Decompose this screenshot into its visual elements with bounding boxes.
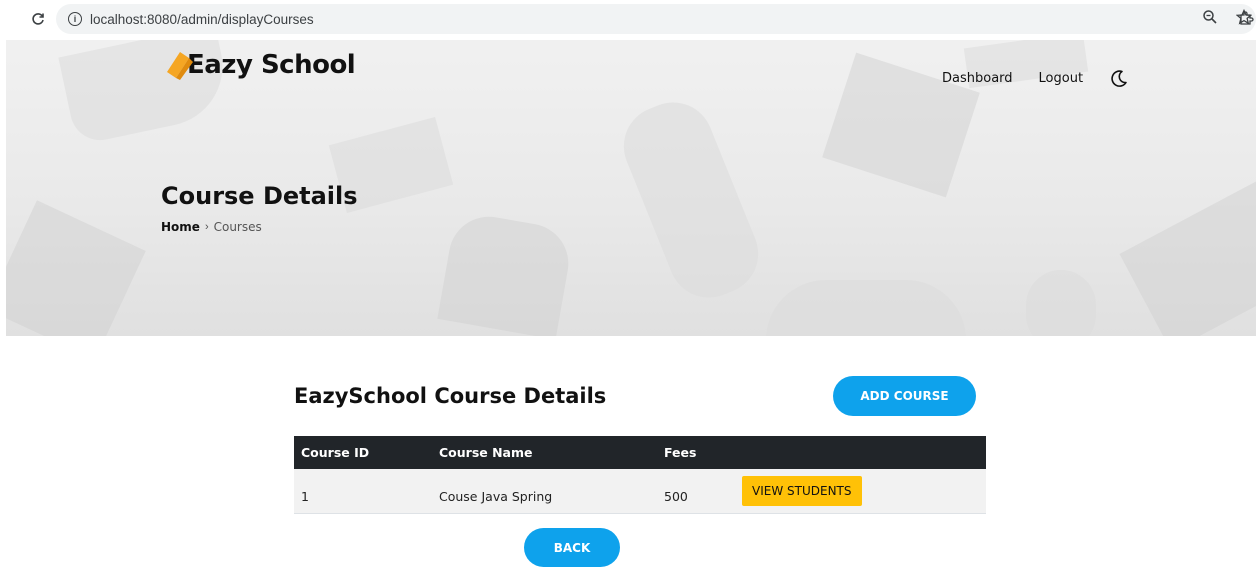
- view-students-button[interactable]: VIEW STUDENTS: [742, 475, 862, 506]
- back-button[interactable]: BACK: [524, 528, 620, 567]
- cell-fees: 500: [657, 469, 735, 514]
- breadcrumb-separator: ›: [204, 221, 209, 233]
- browser-toolbar: i localhost:8080/admin/displayCourses: [0, 0, 1256, 38]
- moon-icon[interactable]: [1109, 68, 1129, 88]
- address-bar[interactable]: i localhost:8080/admin/displayCourses: [56, 4, 1256, 34]
- main-nav: Dashboard Logout: [942, 68, 1129, 88]
- breadcrumb: Home › Courses: [161, 220, 262, 234]
- header-action: [735, 436, 986, 469]
- nav-logout[interactable]: Logout: [1039, 71, 1084, 86]
- info-icon[interactable]: i: [68, 12, 82, 26]
- section-title: EazySchool Course Details: [294, 384, 607, 408]
- header-fees: Fees: [657, 436, 735, 469]
- cell-course-id: 1: [294, 469, 432, 514]
- courses-table: Course ID Course Name Fees 1 Couse Java …: [294, 436, 986, 514]
- brand-logo[interactable]: Eazy School: [163, 50, 356, 80]
- cell-course-name: Couse Java Spring: [432, 469, 657, 514]
- puzzle-icon[interactable]: [1232, 5, 1256, 33]
- breadcrumb-home[interactable]: Home: [161, 220, 200, 234]
- page-title: Course Details: [161, 182, 358, 210]
- cell-action: VIEW STUDENTS: [735, 469, 986, 514]
- header-course-id: Course ID: [294, 436, 432, 469]
- table-row: 1 Couse Java Spring 500 VIEW STUDENTS: [294, 469, 986, 514]
- hero-banner: Eazy School Dashboard Logout Course Deta…: [6, 40, 1256, 336]
- add-course-button[interactable]: ADD COURSE: [833, 376, 976, 416]
- brand-name: Eazy School: [187, 50, 356, 80]
- url-text[interactable]: localhost:8080/admin/displayCourses: [90, 12, 314, 27]
- reload-icon[interactable]: [24, 5, 52, 33]
- nav-dashboard[interactable]: Dashboard: [942, 71, 1013, 86]
- table-header-row: Course ID Course Name Fees: [294, 436, 986, 469]
- breadcrumb-current: Courses: [213, 220, 262, 234]
- zoom-icon[interactable]: [1202, 9, 1218, 30]
- graduation-cap-icon: [163, 50, 197, 80]
- header-course-name: Course Name: [432, 436, 657, 469]
